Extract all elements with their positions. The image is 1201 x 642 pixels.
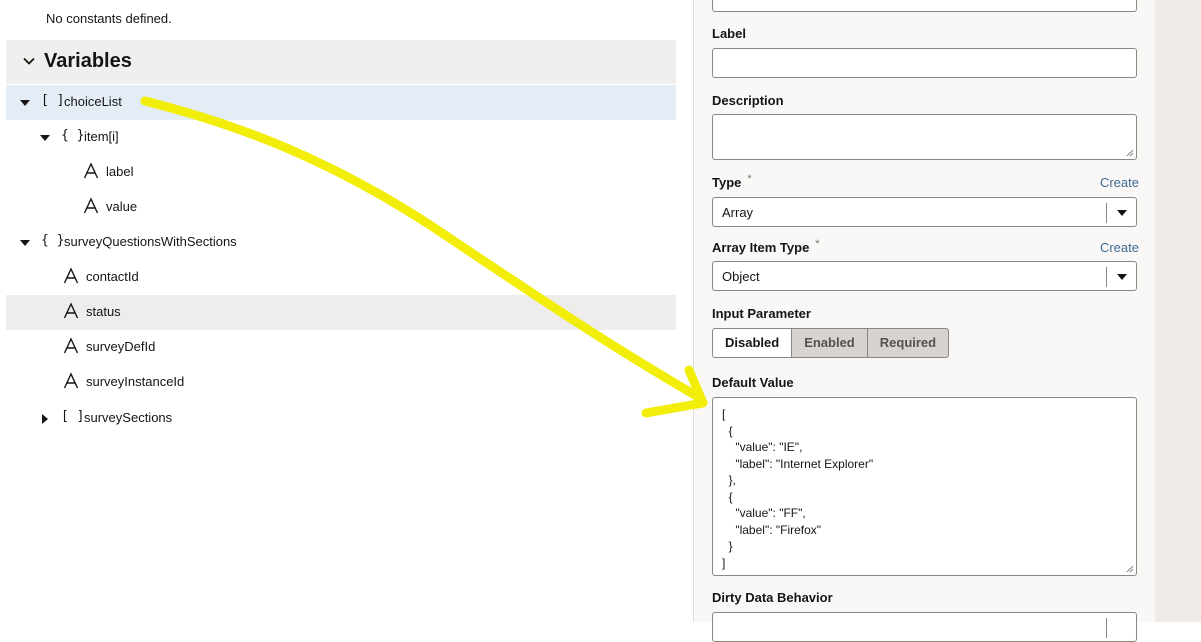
- svg-text:A: A: [63, 267, 64, 268]
- panel-gutter: [676, 0, 693, 622]
- tree-row-label: surveySections: [84, 410, 173, 425]
- input-parameter-disabled-button[interactable]: Disabled: [712, 328, 793, 358]
- id-input[interactable]: [712, 0, 1137, 12]
- description-field-label: Description: [712, 93, 784, 108]
- array-item-type-label-text: Array Item Type: [712, 240, 810, 255]
- svg-text:A: A: [83, 162, 84, 163]
- type-field-label: Type *: [712, 173, 752, 190]
- resize-handle-icon[interactable]: [1126, 149, 1134, 157]
- object-type-icon: { }: [41, 233, 65, 248]
- tree-row-label: surveyInstanceId: [86, 374, 185, 389]
- label-input[interactable]: [712, 48, 1137, 78]
- tree-row-surveyinstanceid[interactable]: A surveyInstanceId: [6, 365, 676, 400]
- default-value-field-label: Default Value: [712, 375, 794, 390]
- tree-row-status[interactable]: A status: [6, 295, 676, 330]
- array-item-type-create-link[interactable]: Create: [1100, 240, 1139, 255]
- select-separator: [1106, 203, 1107, 223]
- type-select-value: Array: [722, 205, 754, 220]
- description-textarea[interactable]: [712, 114, 1137, 160]
- string-type-icon: A: [83, 197, 99, 214]
- variables-tree-panel: No constants defined. Variables [ ] choi…: [0, 0, 676, 622]
- dirty-data-behavior-field-label: Dirty Data Behavior: [712, 590, 833, 605]
- tree-row-choicelist[interactable]: [ ] choiceList: [6, 85, 676, 120]
- array-type-icon: [ ]: [61, 409, 85, 424]
- caret-down-icon[interactable]: [1117, 273, 1127, 281]
- type-select[interactable]: Array: [712, 197, 1137, 227]
- array-type-icon: [ ]: [41, 93, 65, 108]
- input-parameter-button-group: Disabled Enabled Required: [712, 328, 950, 358]
- tree-row-label: item[i]: [84, 129, 119, 144]
- variables-section-header[interactable]: Variables: [6, 40, 676, 84]
- string-type-icon: A: [83, 162, 99, 179]
- caret-down-icon[interactable]: [1117, 209, 1127, 217]
- default-value-text: [ { "value": "IE", "label": "Internet Ex…: [722, 407, 874, 570]
- tree-row-surveydefid[interactable]: A surveyDefId: [6, 330, 676, 365]
- type-create-link[interactable]: Create: [1100, 175, 1139, 190]
- label-field-label: Label: [712, 26, 746, 41]
- array-item-type-field-label: Array Item Type *: [712, 238, 820, 255]
- no-constants-message: No constants defined.: [46, 11, 172, 26]
- input-parameter-required-button[interactable]: Required: [867, 328, 950, 358]
- string-type-icon: A: [63, 337, 79, 354]
- string-type-icon: A: [63, 267, 79, 284]
- tree-row-label: value: [106, 199, 138, 214]
- tree-row-contactid[interactable]: A contactId: [6, 260, 676, 295]
- caret-down-icon[interactable]: [20, 238, 30, 248]
- tree-row-label: contactId: [86, 269, 139, 284]
- svg-text:A: A: [63, 372, 64, 373]
- dirty-data-behavior-select[interactable]: [712, 612, 1137, 642]
- svg-text:A: A: [63, 337, 64, 338]
- svg-text:A: A: [63, 302, 64, 303]
- required-marker: *: [815, 238, 820, 250]
- caret-down-icon[interactable]: [40, 133, 50, 143]
- string-type-icon: A: [63, 372, 79, 389]
- select-separator: [1106, 267, 1107, 287]
- tree-row-label: surveyQuestionsWithSections: [64, 234, 237, 249]
- select-separator: [1106, 618, 1107, 638]
- properties-panel: Label Description Type * Create Array Arr…: [693, 0, 1156, 642]
- tree-row-value-field[interactable]: A value: [6, 190, 676, 225]
- tree-row-label: status: [86, 304, 121, 319]
- caret-down-icon[interactable]: [20, 98, 30, 108]
- svg-text:A: A: [83, 197, 84, 198]
- required-marker: *: [747, 173, 752, 185]
- default-value-textarea[interactable]: [ { "value": "IE", "label": "Internet Ex…: [712, 397, 1137, 576]
- tree-row-label: surveyDefId: [86, 339, 156, 354]
- input-parameter-field-label: Input Parameter: [712, 306, 811, 321]
- string-type-icon: A: [63, 302, 79, 319]
- tree-row-surveyquestionswithsections[interactable]: { } surveyQuestionsWithSections: [6, 225, 676, 260]
- chevron-down-icon: [23, 57, 35, 65]
- tree-row-label: choiceList: [64, 94, 122, 109]
- tree-row-label: label: [106, 164, 134, 179]
- variables-title: Variables: [44, 50, 132, 72]
- caret-right-icon[interactable]: [40, 414, 50, 424]
- object-type-icon: { }: [61, 128, 85, 143]
- panel-scrollbar-track[interactable]: [1155, 0, 1201, 622]
- array-item-type-select[interactable]: Object: [712, 261, 1137, 291]
- array-item-type-select-value: Object: [722, 269, 760, 284]
- resize-handle-icon[interactable]: [1126, 565, 1134, 573]
- type-label-text: Type: [712, 175, 742, 190]
- tree-row-surveysections[interactable]: [ ] surveySections: [6, 401, 676, 436]
- tree-row-item[interactable]: { } item[i]: [6, 120, 676, 155]
- tree-row-label-field[interactable]: A label: [6, 155, 676, 190]
- input-parameter-enabled-button[interactable]: Enabled: [792, 328, 868, 358]
